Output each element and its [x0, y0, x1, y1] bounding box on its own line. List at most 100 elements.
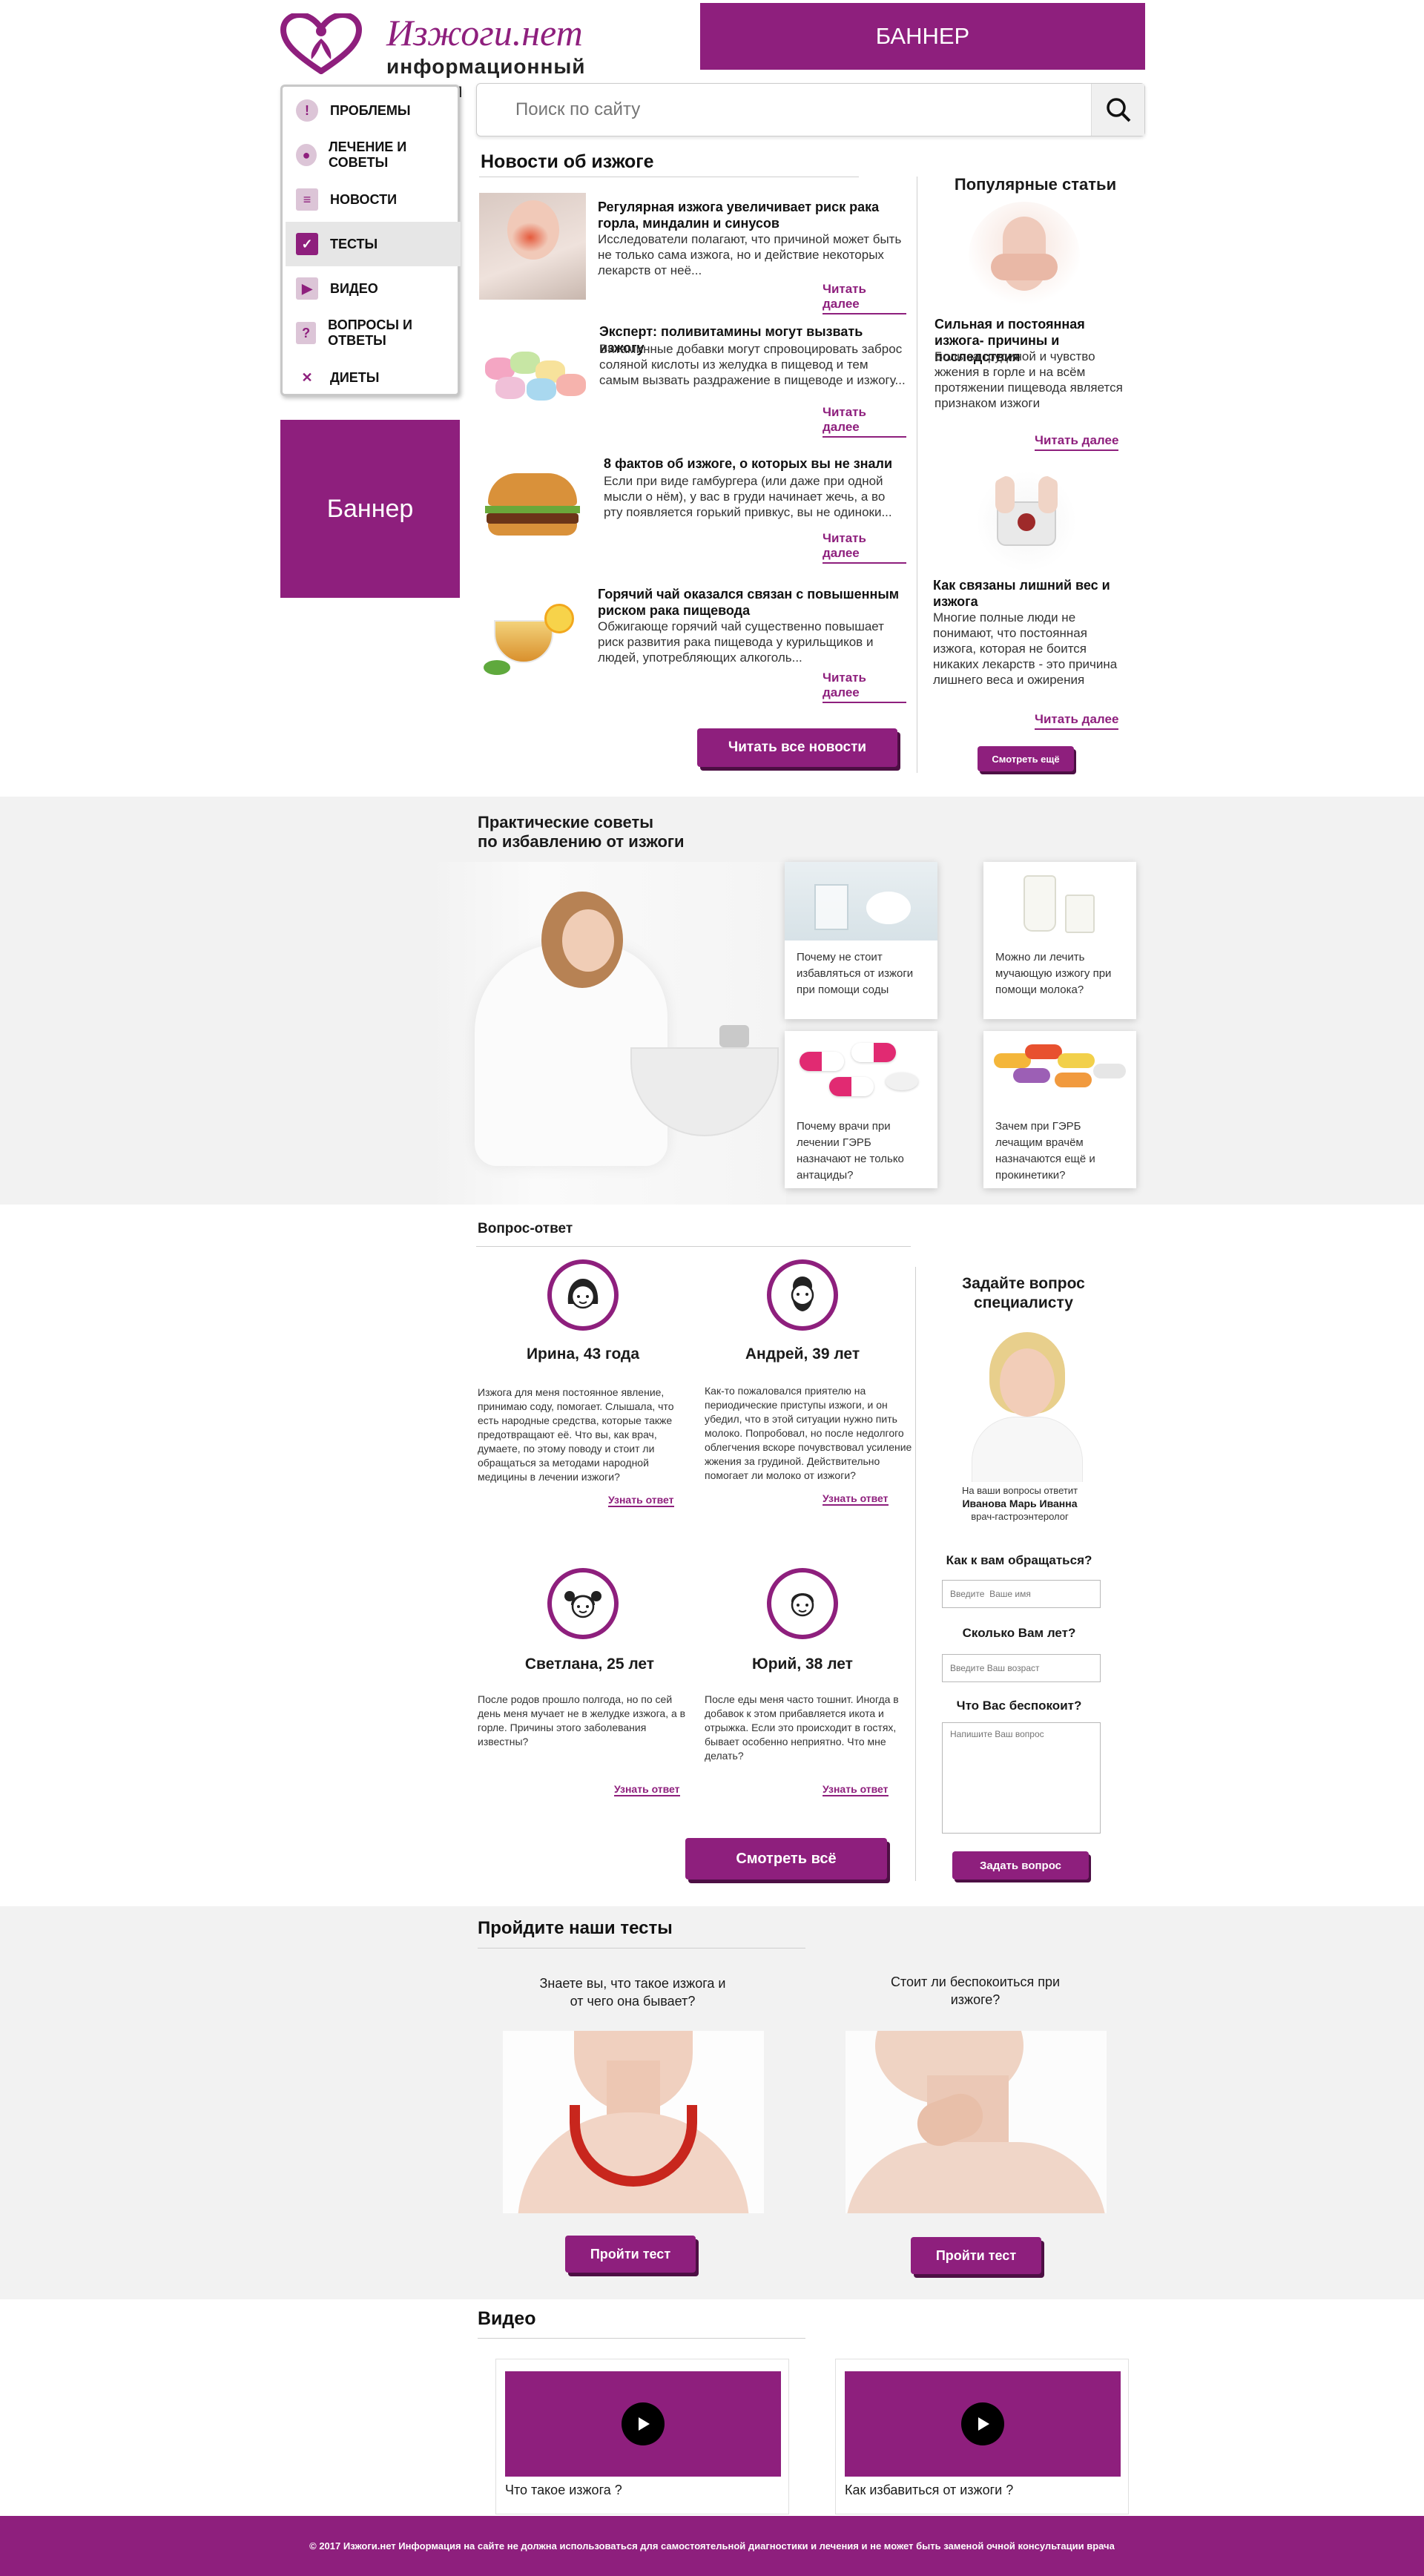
video-title: Что такое изжога ? — [505, 2483, 622, 2497]
search-button[interactable] — [1091, 84, 1144, 136]
sidebar-item-label: ВОПРОСЫ И ОТВЕТЫ — [328, 317, 412, 348]
see-all-qa-button[interactable]: Смотреть всё — [685, 1838, 887, 1880]
test-image-necklace[interactable] — [503, 2031, 764, 2213]
sidebar-item-tests[interactable]: ✓ ТЕСТЫ — [286, 222, 461, 266]
video-card[interactable]: Что такое изжога ? — [495, 2359, 789, 2514]
popular-item[interactable]: Сильная и постоянная изжога- причины и п… — [933, 200, 1141, 452]
popular-title: Как связаны лишний вес и изжога — [933, 578, 1110, 609]
sidebar-item-treatment[interactable]: ● ЛЕЧЕНИЕ И СОВЕТЫ — [286, 133, 461, 177]
question-label: Что Вас беспокоит? — [956, 1699, 1082, 1713]
video-player[interactable] — [505, 2371, 781, 2477]
video-card[interactable]: Как избавиться от изжоги ? — [835, 2359, 1129, 2514]
sidebar-item-problems[interactable]: ! ПРОБЛЕМЫ — [286, 88, 461, 133]
video-icon: ▶ — [296, 277, 318, 300]
qa-author: Светлана, 25 лет — [524, 1656, 655, 1673]
qa-question: После еды меня часто тошнит. Иногда в до… — [705, 1693, 899, 1762]
search-icon — [1106, 98, 1130, 122]
video-player[interactable] — [845, 2371, 1121, 2477]
tip-text: Зачем при ГЭРБ лечащим врачём назначаютс… — [995, 1120, 1095, 1182]
sidebar-item-qa[interactable]: ? ВОПРОСЫ И ОТВЕТЫ — [286, 311, 461, 355]
sidebar-item-diets[interactable]: ✕ ДИЕТЫ — [286, 355, 461, 400]
newspaper-icon: ≡ — [296, 188, 318, 211]
tips-heading-line: Практические советы — [478, 813, 654, 831]
heart-logo-icon — [280, 13, 362, 74]
news-title: Регулярная изжога увеличивает риск рака … — [598, 200, 880, 231]
exclamation-icon: ! — [296, 99, 318, 122]
news-item[interactable]: Горячий чай оказался связан с повышенным… — [479, 586, 906, 703]
name-input[interactable] — [942, 1580, 1101, 1608]
search-input[interactable] — [478, 85, 1087, 134]
popular-image-scale — [975, 472, 1078, 571]
footer: © 2017 Изжоги.нет Информация на сайте не… — [0, 2516, 1424, 2576]
tip-card[interactable]: Почему врачи при лечении ГЭРБ назначают … — [785, 1031, 937, 1188]
qa-heading: Вопрос-ответ — [478, 1221, 573, 1236]
qa-question: Как-то пожаловался приятелю на периодиче… — [705, 1385, 912, 1481]
start-test-button[interactable]: Пройти тест — [565, 2236, 696, 2273]
more-popular-button[interactable]: Смотреть ещё — [978, 746, 1074, 771]
test-title: Знаете вы, что такое изжога и от чего он… — [539, 1976, 726, 2009]
ask-heading: Задайте вопрос специалисту — [962, 1275, 1085, 1311]
news-image-vitamins — [479, 344, 589, 406]
logo-title: Изжоги.нет — [386, 12, 583, 53]
avatar-male-icon — [767, 1568, 838, 1639]
tests-section: Пройдите наши тесты Знаете вы, что такое… — [0, 1906, 1424, 2299]
play-icon[interactable] — [622, 2402, 665, 2445]
news-text: Если при виде гамбургера (или даже при о… — [604, 474, 892, 519]
divider — [478, 1948, 805, 1949]
submit-question-button[interactable]: Задать вопрос — [952, 1851, 1089, 1880]
age-input[interactable] — [942, 1654, 1101, 1682]
popular-item[interactable]: Как связаны лишний вес и изжога Многие п… — [933, 467, 1141, 734]
qa-author: Андрей, 39 лет — [745, 1345, 860, 1363]
avatar-girl-icon — [547, 1568, 619, 1639]
start-test-button[interactable]: Пройти тест — [911, 2237, 1041, 2274]
news-title: 8 фактов об изжоге, о которых вы не знал… — [604, 456, 893, 471]
checklist-icon: ✓ — [296, 233, 318, 255]
tips-image-woman — [430, 862, 786, 1205]
read-more-link[interactable]: Читать далее — [1035, 433, 1119, 451]
tip-card[interactable]: Зачем при ГЭРБ лечащим врачём назначаютс… — [983, 1031, 1136, 1188]
site-header: Изжоги.нет информационный портал БАННЕР — [0, 0, 1424, 102]
sidebar-item-news[interactable]: ≡ НОВОСТИ — [286, 177, 461, 222]
sidebar-item-label: ДИЕТЫ — [330, 369, 380, 385]
news-title: Горячий чай оказался связан с повышенным… — [598, 587, 900, 618]
qa-question: Изжога для меня постоянное явление, прин… — [478, 1386, 674, 1483]
popular-heading: Популярные статьи — [954, 175, 1117, 194]
logo[interactable]: Изжоги.нет информационный портал — [280, 10, 666, 102]
news-item[interactable]: Эксперт: поливитамины могут вызвать изжо… — [479, 319, 906, 438]
find-answer-link[interactable]: Узнать ответ — [823, 1783, 889, 1796]
read-more-link[interactable]: Читать далее — [823, 282, 906, 314]
tips-section: Практические советы по избавлению от изж… — [0, 797, 1424, 1205]
read-more-link[interactable]: Читать далее — [1035, 712, 1119, 730]
age-label: Сколько Вам лет? — [962, 1626, 1076, 1640]
top-banner[interactable]: БАННЕР — [700, 3, 1145, 70]
pills-icon: ● — [296, 144, 317, 166]
read-more-link[interactable]: Читать далее — [823, 671, 906, 703]
read-more-link[interactable]: Читать далее — [823, 405, 906, 438]
play-icon[interactable] — [961, 2402, 1004, 2445]
all-news-button[interactable]: Читать все новости — [697, 728, 897, 767]
tips-heading: Практические советы по избавлению от изж… — [478, 813, 685, 851]
video-title: Как избавиться от изжоги ? — [845, 2483, 1014, 2497]
sidebar-menu: ! ПРОБЛЕМЫ ● ЛЕЧЕНИЕ И СОВЕТЫ ≡ НОВОСТИ ✓ ТЕ… — [280, 85, 461, 396]
news-item[interactable]: 8 фактов об изжоге, о которых вы не знал… — [479, 451, 906, 564]
news-text: Исследователи полагают, что причиной мож… — [598, 232, 902, 277]
find-answer-link[interactable]: Узнать ответ — [608, 1494, 674, 1507]
tip-card[interactable]: Почему не стоит избавляться от изжоги пр… — [785, 862, 937, 1019]
sidebar-item-label: ПРОБЛЕМЫ — [330, 102, 411, 118]
avatar-female-icon — [547, 1259, 619, 1331]
news-text: Витаминные добавки могут спровоцировать … — [599, 342, 906, 387]
read-more-link[interactable]: Читать далее — [823, 531, 906, 564]
tip-text: Почему врачи при лечении ГЭРБ назначают … — [797, 1120, 904, 1182]
question-textarea[interactable] — [942, 1722, 1101, 1834]
news-item[interactable]: Регулярная изжога увеличивает риск рака … — [479, 193, 906, 314]
news-heading: Новости об изжоге — [481, 151, 654, 172]
find-answer-link[interactable]: Узнать ответ — [823, 1492, 889, 1506]
find-answer-link[interactable]: Узнать ответ — [614, 1783, 680, 1796]
sidebar-item-label: ЛЕЧЕНИЕ И СОВЕТЫ — [329, 139, 407, 170]
side-banner[interactable]: Баннер — [280, 420, 460, 598]
test-image-throat[interactable] — [846, 2031, 1107, 2213]
question-icon: ? — [296, 322, 317, 344]
tip-image-pills — [983, 1031, 1136, 1110]
tip-card[interactable]: Можно ли лечить мучающую изжогу при помо… — [983, 862, 1136, 1019]
sidebar-item-video[interactable]: ▶ ВИДЕО — [286, 266, 461, 311]
